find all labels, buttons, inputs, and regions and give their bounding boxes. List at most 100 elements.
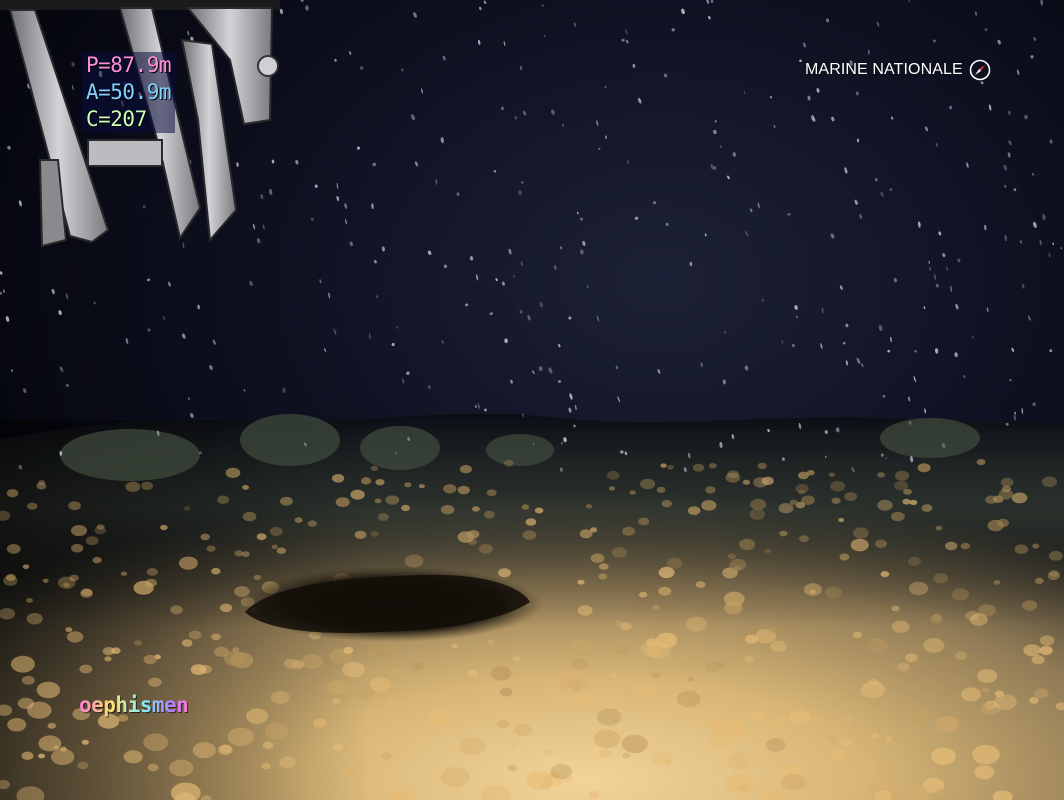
pebble — [976, 459, 986, 466]
pebble — [370, 465, 379, 472]
pebble — [853, 527, 869, 539]
pebble — [143, 654, 157, 665]
pebble — [902, 498, 911, 505]
pebble — [687, 676, 695, 682]
pebble — [852, 631, 863, 639]
pebble — [1011, 492, 1028, 504]
pebble — [593, 729, 621, 749]
pebble — [778, 503, 794, 514]
pebble — [830, 748, 846, 760]
pebble — [871, 732, 879, 739]
compass-rose-icon — [969, 59, 991, 81]
pebble — [891, 620, 910, 633]
pebble — [522, 530, 537, 540]
pebble — [571, 658, 588, 671]
pebble — [692, 463, 705, 472]
pebble — [799, 535, 809, 543]
pebble — [147, 763, 159, 772]
pebble — [262, 741, 274, 749]
pebble — [332, 474, 345, 483]
pebble — [181, 639, 193, 647]
pebble — [701, 500, 717, 511]
pebble — [850, 538, 869, 552]
pebble — [332, 698, 341, 705]
pebble — [1048, 550, 1063, 561]
pebble — [969, 613, 988, 626]
pebble — [789, 710, 810, 725]
pebble — [610, 673, 617, 678]
altitude-readout: A=50.9m — [86, 80, 172, 104]
watermark-text: MARINE NATIONALE — [805, 61, 963, 78]
pebble — [931, 747, 956, 765]
pebble — [742, 479, 751, 485]
pebble — [71, 543, 84, 553]
pebble — [788, 621, 802, 631]
pebble — [410, 660, 425, 671]
pebble — [828, 472, 835, 477]
pebble — [1000, 477, 1014, 487]
pebble — [838, 517, 845, 523]
pebble — [223, 650, 246, 667]
pebble — [907, 556, 921, 566]
pebble — [10, 655, 35, 673]
pebble — [729, 558, 747, 571]
pebble — [724, 601, 743, 615]
pebble — [611, 547, 627, 558]
pebble — [909, 499, 918, 506]
pebble — [85, 536, 99, 546]
pebble — [844, 492, 857, 501]
marine-nationale-watermark: MARINE NATIONALE — [805, 59, 991, 81]
pebble — [803, 583, 822, 596]
pebble — [179, 556, 198, 570]
pebble — [301, 654, 323, 669]
pebble — [994, 694, 1017, 710]
pebble — [727, 470, 739, 479]
pebble — [819, 790, 834, 800]
pebble — [146, 568, 158, 576]
heading-readout: C=207 — [86, 107, 147, 131]
pebble — [59, 746, 67, 752]
pebble — [844, 717, 853, 723]
pebble — [749, 508, 765, 520]
pebble — [92, 556, 102, 564]
pebble — [636, 682, 659, 699]
pebble — [36, 681, 61, 699]
pebble — [709, 463, 717, 469]
pebble — [652, 604, 660, 610]
telemetry-overlay: P=87.9m A=50.9m C=207 — [82, 52, 176, 133]
pebble — [825, 586, 843, 599]
pebble — [525, 518, 537, 526]
pebble — [483, 510, 495, 519]
pebble — [68, 501, 81, 511]
pebble — [687, 506, 701, 515]
pebble — [1029, 696, 1039, 704]
pebble — [598, 573, 608, 580]
pebble — [695, 581, 706, 588]
pebble — [588, 790, 600, 799]
pebble — [599, 563, 609, 570]
pebble — [390, 666, 402, 675]
pebble — [550, 763, 573, 780]
pebble — [206, 545, 216, 552]
pebble — [79, 664, 93, 674]
pebble — [457, 485, 470, 495]
pebble — [440, 505, 455, 515]
pebble — [42, 578, 49, 583]
pebble — [614, 620, 624, 627]
pebble — [933, 573, 949, 584]
pebble — [877, 499, 893, 511]
pebble — [935, 525, 943, 531]
pebble — [261, 762, 271, 770]
pebble — [217, 495, 230, 504]
depth-readout: P=87.9m — [86, 53, 172, 77]
pebble — [81, 739, 89, 745]
pebble — [1042, 476, 1057, 488]
pebble — [343, 646, 354, 654]
pebble — [658, 586, 672, 596]
pebble — [960, 542, 970, 550]
pebble — [279, 756, 296, 769]
pebble — [934, 716, 959, 733]
pebble — [404, 554, 424, 568]
pebble — [69, 574, 79, 582]
pebble — [3, 575, 18, 586]
